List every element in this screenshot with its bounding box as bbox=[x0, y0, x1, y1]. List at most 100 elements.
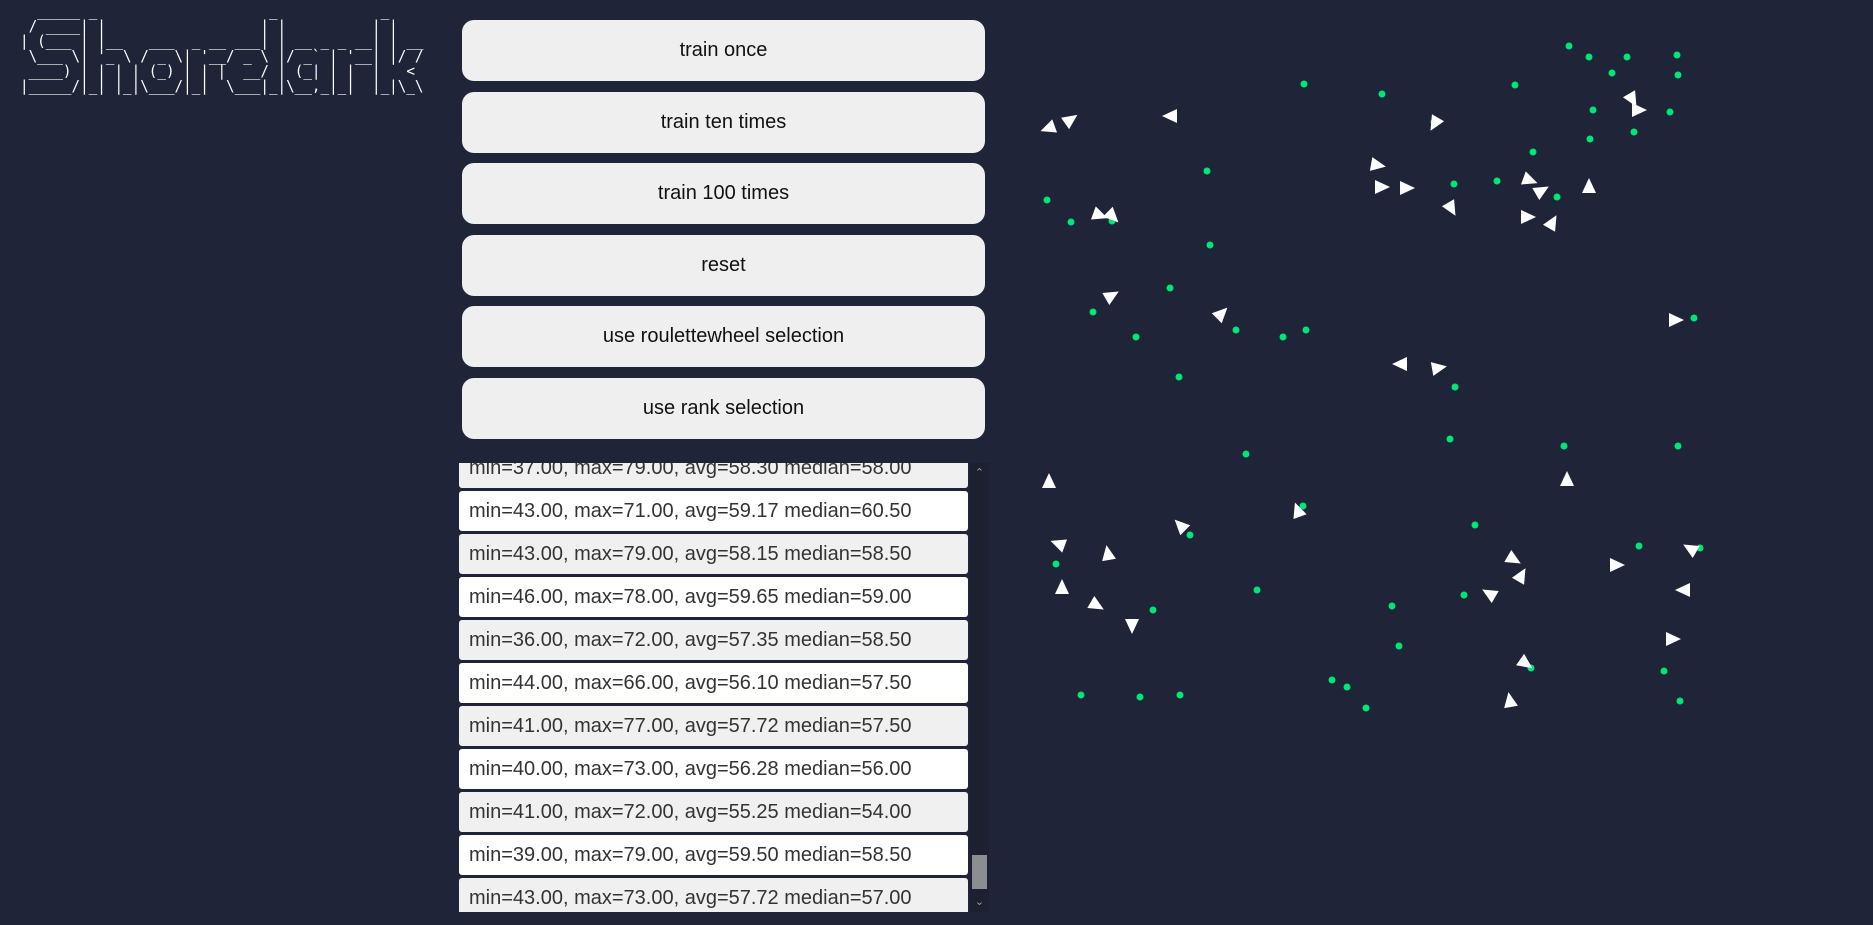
bird-agent bbox=[1683, 544, 1700, 559]
food-dot bbox=[1553, 193, 1561, 201]
bird-agent bbox=[1375, 180, 1390, 194]
food-dot bbox=[1660, 667, 1668, 675]
bird-agent bbox=[1675, 583, 1690, 597]
train-once-button[interactable]: train once bbox=[462, 20, 985, 81]
scrollbar-thumb[interactable] bbox=[972, 855, 987, 889]
food-dot bbox=[1175, 373, 1183, 381]
food-dot bbox=[1232, 326, 1240, 334]
food-dot bbox=[1623, 53, 1631, 61]
bird-agent bbox=[1666, 632, 1681, 646]
food-dot bbox=[1328, 676, 1336, 684]
bird-agent bbox=[1521, 210, 1536, 224]
log-entry: min=43.00, max=79.00, avg=58.15 median=5… bbox=[459, 534, 968, 574]
food-dot bbox=[1089, 308, 1097, 316]
food-dot bbox=[1673, 51, 1681, 59]
log-entry: min=37.00, max=79.00, avg=58.30 median=5… bbox=[459, 463, 968, 488]
food-dot bbox=[1630, 128, 1638, 136]
training-log-list: min=37.00, max=79.00, avg=58.30 median=5… bbox=[459, 463, 968, 912]
food-dot bbox=[1511, 81, 1519, 89]
log-scrollbar[interactable]: ⌃ ⌄ bbox=[970, 463, 989, 912]
food-dot bbox=[1206, 241, 1214, 249]
food-dot bbox=[1674, 442, 1682, 450]
food-dot bbox=[1446, 435, 1454, 443]
log-entry: min=41.00, max=77.00, avg=57.72 median=5… bbox=[459, 706, 968, 746]
log-entry: min=40.00, max=73.00, avg=56.28 median=5… bbox=[459, 749, 968, 789]
bird-agent bbox=[1392, 357, 1407, 371]
log-entry: min=43.00, max=73.00, avg=57.72 median=5… bbox=[459, 878, 968, 912]
food-dot bbox=[1608, 69, 1616, 77]
food-dot bbox=[1395, 642, 1403, 650]
train-100-times-button[interactable]: train 100 times bbox=[462, 163, 985, 224]
food-dot bbox=[1460, 591, 1468, 599]
bird-agent bbox=[1542, 215, 1557, 232]
bird-agent bbox=[1162, 109, 1177, 123]
log-entry: min=44.00, max=66.00, avg=56.10 median=5… bbox=[459, 663, 968, 703]
bird-agent bbox=[1055, 579, 1069, 594]
bird-agent bbox=[1632, 103, 1647, 117]
scroll-down-arrow-icon[interactable]: ⌄ bbox=[970, 894, 989, 910]
food-dot bbox=[1052, 560, 1060, 568]
bird-agent bbox=[1174, 519, 1191, 536]
food-dot bbox=[1253, 586, 1261, 594]
food-dot bbox=[1378, 90, 1386, 98]
train-ten-times-button[interactable]: train ten times bbox=[462, 92, 985, 153]
food-dot bbox=[1186, 531, 1194, 539]
food-dot bbox=[1136, 693, 1144, 701]
bird-agent bbox=[1532, 186, 1549, 201]
bird-agent bbox=[1042, 473, 1056, 488]
log-entry: min=43.00, max=71.00, avg=59.17 median=6… bbox=[459, 491, 968, 531]
roulettewheel-selection-button[interactable]: use roulettewheel selection bbox=[462, 306, 985, 367]
food-dot bbox=[1471, 521, 1479, 529]
bird-agent bbox=[1560, 471, 1574, 486]
food-dot bbox=[1203, 167, 1211, 175]
log-entry: min=46.00, max=78.00, avg=59.65 median=5… bbox=[459, 577, 968, 617]
bird-agent bbox=[1061, 114, 1078, 130]
food-dot bbox=[1451, 383, 1459, 391]
food-dot bbox=[1676, 697, 1684, 705]
bird-agent bbox=[1511, 568, 1526, 585]
food-dot bbox=[1077, 691, 1085, 699]
food-dot bbox=[1560, 442, 1568, 450]
food-dot bbox=[1362, 704, 1370, 712]
bird-agent bbox=[1610, 558, 1625, 572]
food-dot bbox=[1589, 106, 1597, 114]
food-dot bbox=[1166, 284, 1174, 292]
bird-agent bbox=[1482, 589, 1499, 604]
food-dot bbox=[1690, 314, 1698, 322]
food-dot bbox=[1067, 218, 1075, 226]
bird-agent bbox=[1669, 313, 1684, 327]
food-dot bbox=[1493, 177, 1501, 185]
food-dot bbox=[1300, 80, 1308, 88]
bird-agent bbox=[1504, 549, 1521, 564]
scroll-up-arrow-icon[interactable]: ⌃ bbox=[970, 465, 989, 481]
shorelark-ascii-logo: _____ _ _ _ / ____| | | | | | | (___ | |… bbox=[20, 2, 424, 95]
bird-agent bbox=[1087, 595, 1104, 610]
reset-button[interactable]: reset bbox=[462, 235, 985, 296]
bird-agent bbox=[1520, 171, 1538, 185]
food-dot bbox=[1529, 148, 1537, 156]
bird-agent bbox=[1102, 291, 1119, 306]
log-entry: min=36.00, max=72.00, avg=57.35 median=5… bbox=[459, 620, 968, 660]
bird-agent bbox=[1369, 157, 1386, 171]
bird-agent bbox=[1516, 653, 1533, 669]
rank-selection-button[interactable]: use rank selection bbox=[462, 378, 985, 439]
food-dot bbox=[1343, 683, 1351, 691]
bird-agent bbox=[1040, 119, 1058, 133]
food-dot bbox=[1149, 606, 1157, 614]
food-dot bbox=[1450, 180, 1458, 188]
bird-agent bbox=[1050, 539, 1068, 553]
bird-agent bbox=[1430, 362, 1447, 376]
training-log-panel[interactable]: min=37.00, max=79.00, avg=58.30 median=5… bbox=[459, 463, 989, 912]
bird-agent bbox=[1582, 178, 1596, 193]
bird-agent bbox=[1504, 692, 1518, 709]
food-dot bbox=[1043, 196, 1051, 204]
food-dot bbox=[1132, 333, 1140, 341]
food-dot bbox=[1586, 135, 1594, 143]
food-dot bbox=[1674, 71, 1682, 79]
food-dot bbox=[1585, 53, 1593, 61]
food-dot bbox=[1666, 108, 1674, 116]
food-dot bbox=[1388, 602, 1396, 610]
bird-agent bbox=[1125, 619, 1139, 634]
bird-agent bbox=[1211, 307, 1228, 324]
food-dot bbox=[1565, 42, 1573, 50]
